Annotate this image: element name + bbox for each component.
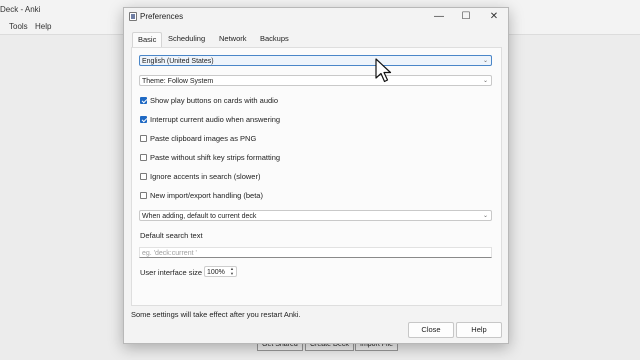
minimize-button[interactable]: —: [428, 10, 450, 24]
close-button[interactable]: Close: [408, 322, 454, 338]
basic-panel: English (United States) ⌄ Theme: Follow …: [131, 47, 502, 306]
ignore-accents-checkbox[interactable]: [140, 173, 147, 180]
ui-size-label: User interface size: [140, 268, 203, 277]
chevron-down-icon: ⌄: [482, 78, 488, 84]
dialog-title: Preferences: [140, 12, 184, 21]
menu-help[interactable]: Help: [35, 22, 51, 31]
main-window-title: Deck - Anki: [0, 5, 41, 14]
default-deck-select[interactable]: When adding, default to current deck ⌄: [139, 210, 492, 221]
paste-strip-label: Paste without shift key strips formattin…: [150, 153, 281, 162]
default-deck-select-value: When adding, default to current deck: [142, 213, 257, 220]
theme-select[interactable]: Theme: Follow System ⌄: [139, 75, 492, 86]
default-search-label: Default search text: [140, 231, 203, 240]
play-buttons-label: Show play buttons on cards with audio: [150, 96, 278, 105]
default-search-input[interactable]: eg. 'deck:current ': [139, 247, 492, 258]
close-window-button[interactable]: ✕: [483, 10, 505, 24]
tab-network[interactable]: Network: [214, 32, 252, 46]
menu-tools[interactable]: Tools: [9, 22, 28, 31]
mouse-pointer-icon: [375, 58, 392, 83]
new-import-checkbox[interactable]: [140, 192, 147, 199]
ui-size-spinbox[interactable]: 100% ▲ ▼: [204, 266, 237, 277]
new-import-label: New import/export handling (beta): [150, 191, 263, 200]
paste-png-checkbox[interactable]: [140, 135, 147, 142]
default-search-placeholder: eg. 'deck:current ': [142, 250, 197, 257]
tab-basic[interactable]: Basic: [132, 32, 163, 47]
paste-png-label: Paste clipboard images as PNG: [150, 134, 257, 143]
tab-backups[interactable]: Backups: [255, 32, 294, 46]
language-select-value: English (United States): [142, 58, 214, 65]
app-icon: [129, 12, 137, 21]
theme-select-value: Theme: Follow System: [142, 78, 214, 85]
language-select[interactable]: English (United States) ⌄: [139, 55, 492, 66]
play-buttons-checkbox[interactable]: [140, 97, 147, 104]
maximize-button[interactable]: ☐: [455, 10, 477, 24]
help-button[interactable]: Help: [456, 322, 502, 338]
spin-arrows-icon[interactable]: ▲ ▼: [229, 266, 235, 276]
restart-note: Some settings will take effect after you…: [131, 310, 301, 319]
chevron-down-icon: ⌄: [482, 58, 488, 64]
chevron-down-icon: ⌄: [482, 213, 488, 219]
preferences-dialog: Preferences — ☐ ✕ Basic Scheduling Netwo…: [123, 7, 509, 344]
interrupt-audio-checkbox[interactable]: [140, 116, 147, 123]
ui-size-value: 100%: [207, 269, 225, 276]
interrupt-audio-label: Interrupt current audio when answering: [150, 115, 281, 124]
paste-strip-checkbox[interactable]: [140, 154, 147, 161]
dialog-titlebar[interactable]: Preferences — ☐ ✕: [124, 8, 508, 26]
ignore-accents-label: Ignore accents in search (slower): [150, 172, 261, 181]
tab-scheduling[interactable]: Scheduling: [163, 32, 210, 46]
